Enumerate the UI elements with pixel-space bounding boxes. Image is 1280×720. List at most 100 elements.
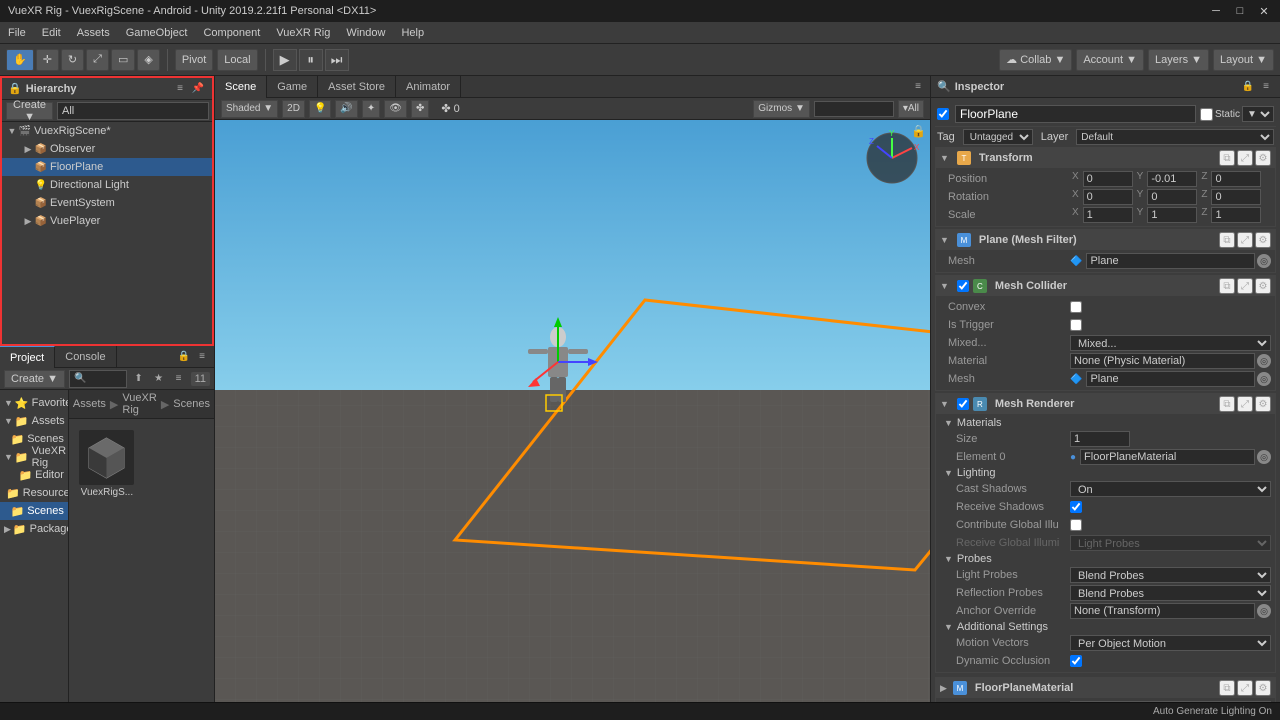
- account-button[interactable]: Account ▼: [1076, 49, 1144, 71]
- mf-copy-btn[interactable]: ⧉: [1219, 232, 1235, 248]
- mc-mesh-input[interactable]: [1086, 371, 1255, 387]
- tree-arrow-eventsystem[interactable]: [22, 197, 34, 209]
- hand-tool[interactable]: ✋: [6, 49, 34, 71]
- cooking-options-select[interactable]: Mixed...: [1070, 335, 1271, 351]
- mf-menu-btn[interactable]: ⚙: [1255, 232, 1271, 248]
- transform-header[interactable]: ▼ T Transform ⧉ ⤢ ⚙: [936, 148, 1275, 168]
- inspector-menu-icon[interactable]: ≡: [1258, 79, 1274, 95]
- scale-y-input[interactable]: [1147, 207, 1197, 223]
- menu-file[interactable]: File: [0, 25, 34, 41]
- local-button[interactable]: Local: [217, 49, 257, 71]
- project-create-button[interactable]: Create ▼: [4, 370, 65, 388]
- menu-assets[interactable]: Assets: [69, 25, 118, 41]
- project-tree-favorites[interactable]: ▼ ⭐ Favorites: [0, 394, 68, 412]
- menu-help[interactable]: Help: [393, 25, 432, 41]
- probes-section[interactable]: ▼ Probes: [940, 552, 1271, 566]
- minimize-button[interactable]: ─: [1208, 3, 1224, 19]
- mr-paste-btn[interactable]: ⤢: [1237, 396, 1253, 412]
- breadcrumb-scenes[interactable]: Scenes: [173, 398, 210, 410]
- is-trigger-checkbox[interactable]: [1070, 319, 1082, 331]
- tree-arrow-floorplane[interactable]: [22, 161, 34, 173]
- anchor-override-input[interactable]: [1070, 603, 1255, 619]
- rotate-tool[interactable]: ↻: [61, 49, 84, 71]
- tree-arrow-observer[interactable]: ▶: [22, 143, 34, 155]
- rotation-z-input[interactable]: [1211, 189, 1261, 205]
- receive-gi-select[interactable]: Light Probes: [1070, 535, 1271, 551]
- mesh-collider-header[interactable]: ▼ C Mesh Collider ⧉ ⤢ ⚙: [936, 276, 1275, 296]
- additional-settings-section[interactable]: ▼ Additional Settings: [940, 620, 1271, 634]
- inspector-lock-icon[interactable]: 🔒: [1240, 79, 1256, 95]
- rect-tool[interactable]: ▭: [111, 49, 135, 71]
- breadcrumb-vuexr[interactable]: VueXR Rig: [122, 392, 156, 416]
- mc-material-select-btn[interactable]: ◎: [1257, 354, 1271, 368]
- pivot-button[interactable]: Pivot: [175, 49, 213, 71]
- project-tree-resources[interactable]: 📁 Resources: [0, 484, 68, 502]
- element0-input[interactable]: [1080, 449, 1255, 465]
- position-y-input[interactable]: [1147, 171, 1197, 187]
- project-toolbar-btn1[interactable]: ⬆: [131, 371, 147, 387]
- tab-asset-store[interactable]: Asset Store: [318, 76, 396, 98]
- dynamic-occlusion-checkbox[interactable]: [1070, 655, 1082, 667]
- mesh-filter-header[interactable]: ▼ M Plane (Mesh Filter) ⧉ ⤢ ⚙: [936, 230, 1275, 250]
- pause-button[interactable]: ⏸: [299, 49, 323, 71]
- file-item-vuexrigs[interactable]: VuexRigS...: [77, 427, 137, 498]
- tree-item-observer[interactable]: ▶ 📦 Observer: [2, 140, 212, 158]
- tree-item-vuexrigscene[interactable]: ▼ 🎬 VuexRigScene*: [2, 122, 212, 140]
- mesh-select-btn[interactable]: ◎: [1257, 254, 1271, 268]
- tab-project[interactable]: Project: [0, 346, 55, 368]
- particle-toggle[interactable]: ✤: [411, 100, 429, 118]
- mc-paste-btn[interactable]: ⤢: [1237, 278, 1253, 294]
- static-checkbox[interactable]: [1200, 108, 1213, 121]
- mc-copy-btn[interactable]: ⧉: [1219, 278, 1235, 294]
- cast-shadows-select[interactable]: On: [1070, 481, 1271, 497]
- scene-view[interactable]: X Y Z 🔒: [215, 120, 930, 720]
- project-toolbar-btn2[interactable]: ★: [151, 371, 167, 387]
- play-button[interactable]: ▶: [273, 49, 297, 71]
- project-panel-icon1[interactable]: 🔒: [176, 349, 192, 365]
- project-tree-packages[interactable]: ▶ 📁 Packages: [0, 520, 68, 538]
- position-z-input[interactable]: [1211, 171, 1261, 187]
- mat-menu-btn[interactable]: ⚙: [1255, 680, 1271, 696]
- close-button[interactable]: ✕: [1256, 3, 1272, 19]
- motion-vectors-select[interactable]: Per Object Motion: [1070, 635, 1271, 651]
- project-tree-scenes2[interactable]: 📁 Scenes: [0, 502, 68, 520]
- project-tree-assets[interactable]: ▼ 📁 Assets: [0, 412, 68, 430]
- project-tree-vuexrrig[interactable]: ▼ 📁 VueXR Rig: [0, 448, 68, 466]
- multi-tool[interactable]: ◈: [137, 49, 159, 71]
- mf-paste-btn[interactable]: ⤢: [1237, 232, 1253, 248]
- audio-toggle[interactable]: 🔊: [335, 100, 357, 118]
- menu-vuexr[interactable]: VueXR Rig: [268, 25, 338, 41]
- mat-copy-btn[interactable]: ⧉: [1219, 680, 1235, 696]
- transform-copy-btn[interactable]: ⧉: [1219, 150, 1235, 166]
- scene-search[interactable]: [814, 101, 894, 117]
- reflection-probes-select[interactable]: Blend Probes: [1070, 585, 1271, 601]
- effects-toggle[interactable]: ✦: [362, 100, 380, 118]
- mat-paste-btn[interactable]: ⤢: [1237, 680, 1253, 696]
- layout-button[interactable]: Layout ▼: [1213, 49, 1274, 71]
- tree-item-vueplayer[interactable]: ▶ 📦 VuePlayer: [2, 212, 212, 230]
- mr-menu-btn[interactable]: ⚙: [1255, 396, 1271, 412]
- rotation-y-input[interactable]: [1147, 189, 1197, 205]
- mc-enabled-checkbox[interactable]: [957, 280, 969, 292]
- menu-edit[interactable]: Edit: [34, 25, 69, 41]
- tab-animator[interactable]: Animator: [396, 76, 461, 98]
- hierarchy-menu-icon[interactable]: ≡: [172, 81, 188, 97]
- tree-arrow-vuexrigscene[interactable]: ▼: [6, 125, 18, 137]
- hierarchy-pin-icon[interactable]: 📌: [190, 81, 206, 97]
- tab-console[interactable]: Console: [55, 346, 116, 368]
- tab-game[interactable]: Game: [267, 76, 318, 98]
- mc-mesh-select-btn[interactable]: ◎: [1257, 372, 1271, 386]
- all-dropdown[interactable]: ▾All: [898, 100, 924, 118]
- hierarchy-search-input[interactable]: [57, 102, 209, 120]
- 2d-toggle[interactable]: 2D: [282, 100, 305, 118]
- go-active-checkbox[interactable]: [937, 108, 949, 120]
- light-probes-select[interactable]: Blend Probes: [1070, 567, 1271, 583]
- menu-window[interactable]: Window: [338, 25, 393, 41]
- scale-x-input[interactable]: [1083, 207, 1133, 223]
- layer-select[interactable]: Default: [1076, 129, 1274, 145]
- lighting-toggle[interactable]: 💡: [309, 100, 331, 118]
- position-x-input[interactable]: [1083, 171, 1133, 187]
- mesh-input[interactable]: [1086, 253, 1255, 269]
- tab-scene[interactable]: Scene: [215, 76, 267, 98]
- mesh-renderer-header[interactable]: ▼ R Mesh Renderer ⧉ ⤢ ⚙: [936, 394, 1275, 414]
